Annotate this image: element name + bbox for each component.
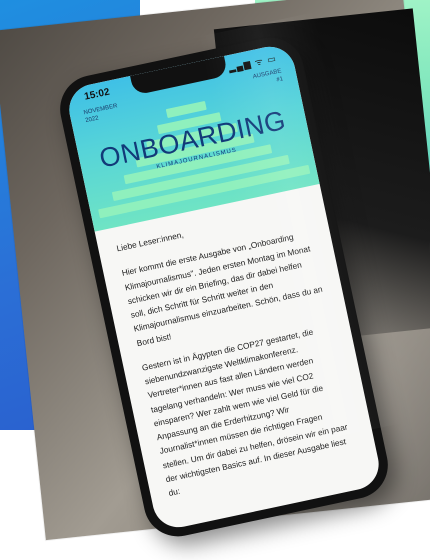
- newsletter-body: Liebe Leser:innen, Hier kommt die erste …: [95, 184, 378, 504]
- paragraph-cop27: Gestern ist in Ägypten die COP27 gestart…: [140, 326, 349, 499]
